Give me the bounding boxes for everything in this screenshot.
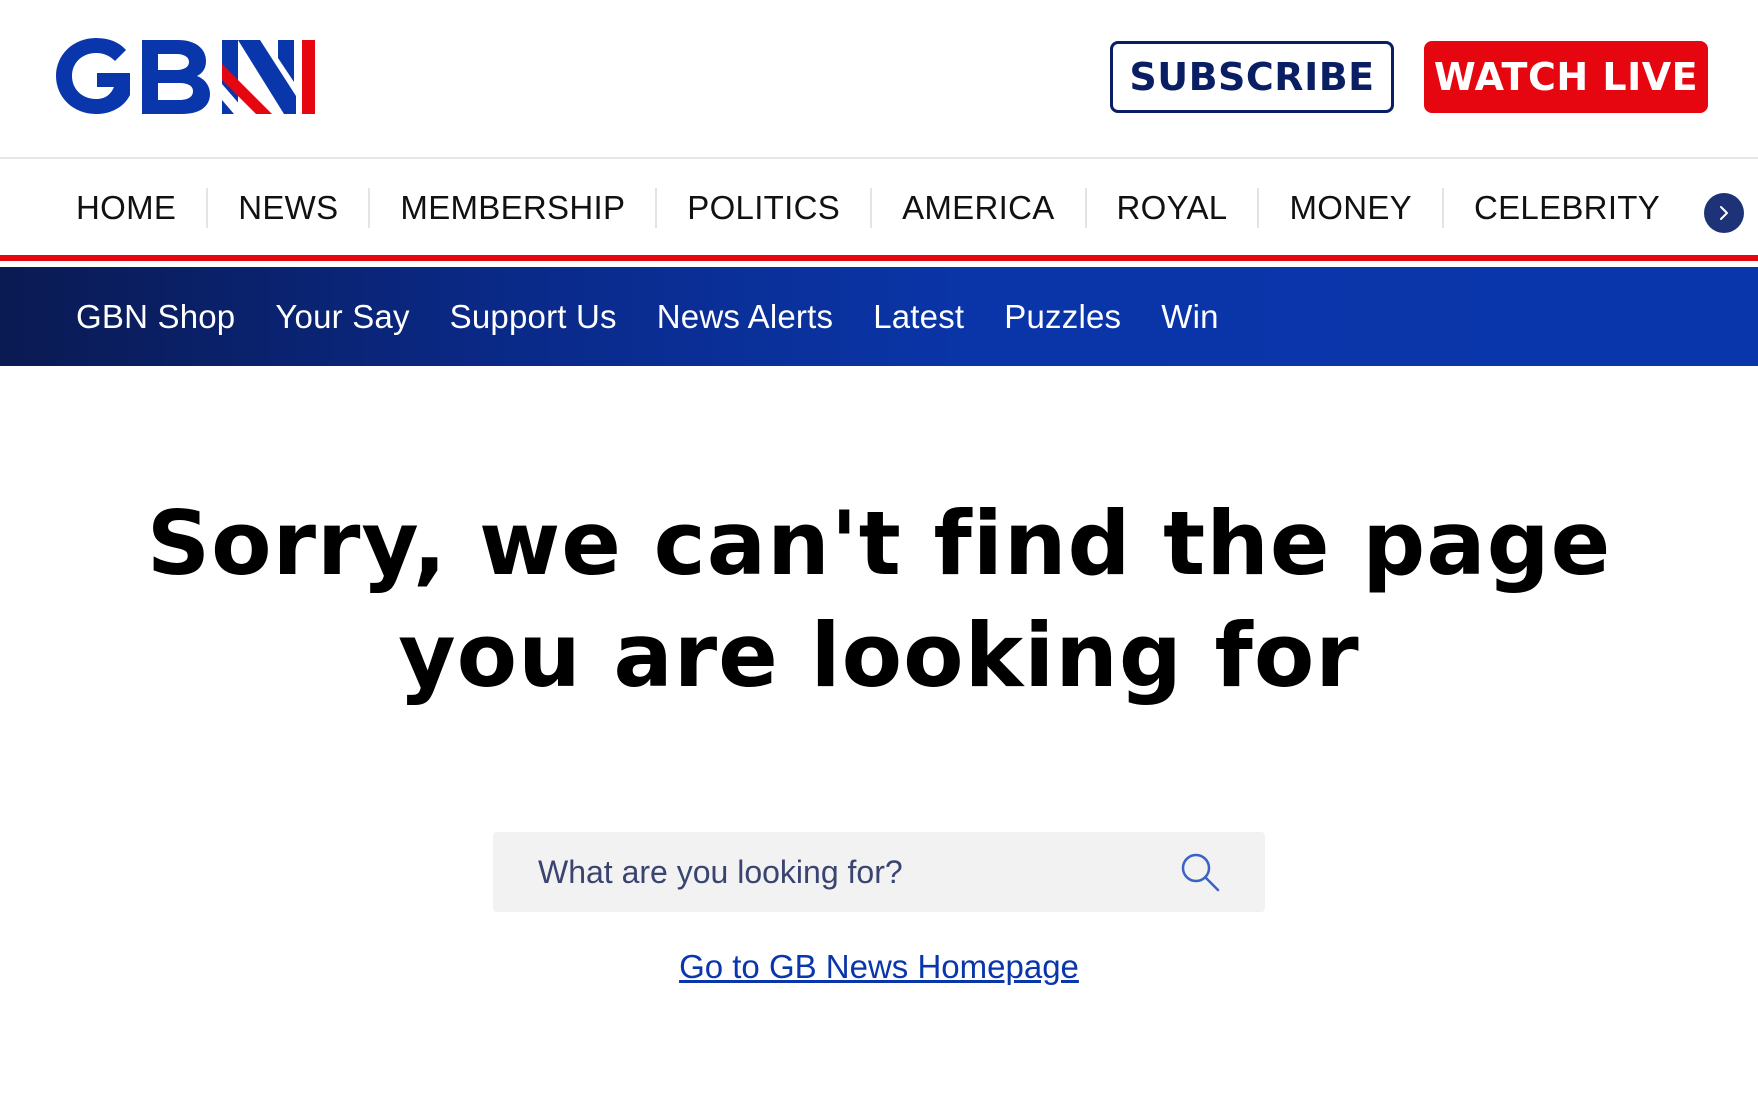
subnav-item-latest[interactable]: Latest	[873, 298, 964, 336]
nav-item-membership[interactable]: MEMBERSHIP	[368, 188, 655, 228]
subnav-item-support-us[interactable]: Support Us	[450, 298, 617, 336]
search-box	[493, 832, 1265, 912]
subnav-item-win[interactable]: Win	[1161, 298, 1218, 336]
chevron-right-icon	[1720, 206, 1728, 220]
watch-live-button[interactable]: WATCH LIVE	[1424, 41, 1708, 113]
nav-item-home[interactable]: HOME	[76, 188, 206, 228]
subnav-item-gbn-shop[interactable]: GBN Shop	[76, 298, 235, 336]
nav-item-celebrity[interactable]: CELEBRITY	[1441, 188, 1690, 228]
gbn-logo[interactable]	[48, 24, 338, 126]
homepage-link[interactable]: Go to GB News Homepage	[0, 948, 1758, 986]
subnav-item-news-alerts[interactable]: News Alerts	[657, 298, 833, 336]
search-input[interactable]	[493, 832, 1133, 912]
nav-item-news[interactable]: NEWS	[206, 188, 368, 228]
page-title-line1: Sorry, we can't find the page	[146, 492, 1612, 595]
nav-item-money[interactable]: MONEY	[1257, 188, 1442, 228]
nav-item-royal[interactable]: ROYAL	[1084, 188, 1258, 228]
site-header: SUBSCRIBE WATCH LIVE	[0, 0, 1758, 159]
subnav-item-your-say[interactable]: Your Say	[275, 298, 409, 336]
secondary-nav: GBN Shop Your Say Support Us News Alerts…	[0, 267, 1758, 366]
subnav-item-puzzles[interactable]: Puzzles	[1004, 298, 1121, 336]
subscribe-button[interactable]: SUBSCRIBE	[1110, 41, 1394, 113]
page-title-line2: you are looking for	[398, 604, 1360, 707]
nav-item-politics[interactable]: POLITICS	[655, 188, 870, 228]
nav-item-america[interactable]: AMERICA	[870, 188, 1084, 228]
search-icon[interactable]	[1179, 851, 1221, 893]
page-title: Sorry, we can't find the page you are lo…	[0, 488, 1758, 712]
nav-next-button[interactable]	[1704, 193, 1744, 233]
primary-nav: HOME NEWS MEMBERSHIP POLITICS AMERICA RO…	[0, 161, 1758, 261]
